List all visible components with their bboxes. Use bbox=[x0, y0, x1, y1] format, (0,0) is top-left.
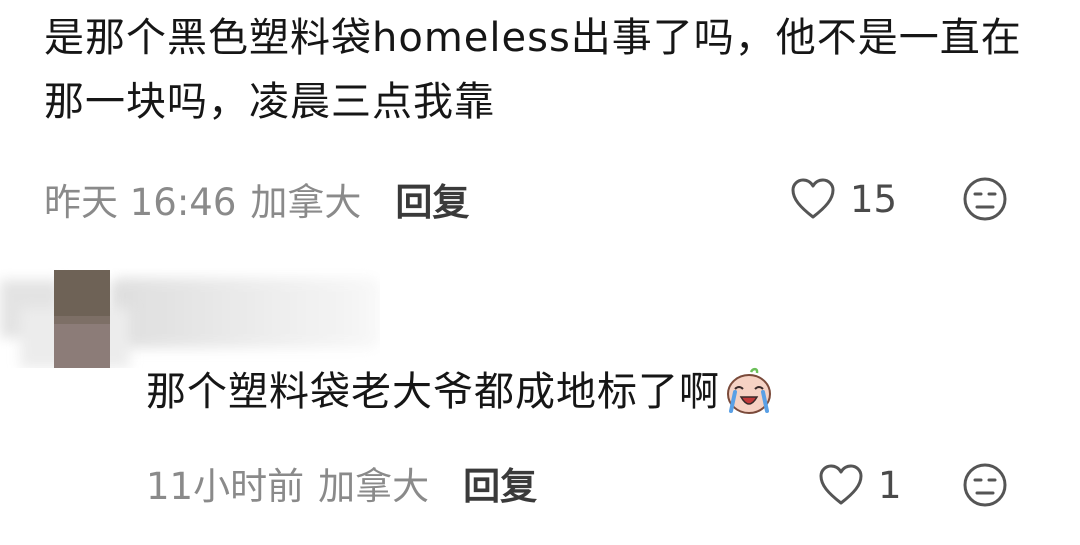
reply-meta: 11小时前 加拿大 回复 bbox=[146, 458, 537, 508]
neutral-face-icon[interactable] bbox=[962, 176, 1008, 222]
neutral-face-icon[interactable] bbox=[962, 462, 1008, 508]
avatar[interactable] bbox=[54, 270, 110, 368]
reply-button[interactable]: 回复 bbox=[395, 172, 469, 226]
reply-text-row: 那个塑料袋老大爷都成地标了啊 bbox=[146, 360, 774, 424]
comment-item: 是那个黑色塑料袋homeless出事了吗，他不是一直在那一块吗，凌晨三点我靠 昨… bbox=[0, 0, 1080, 240]
reply-location: 加拿大 bbox=[318, 465, 430, 508]
comment-location: 加拿大 bbox=[250, 181, 362, 224]
like-count: 1 bbox=[878, 463, 902, 507]
reply-time: 11小时前 bbox=[146, 465, 305, 508]
comment-time: 昨天 16:46 bbox=[44, 181, 237, 224]
like-button[interactable]: 1 bbox=[818, 460, 902, 510]
comment-meta: 昨天 16:46 加拿大 回复 bbox=[44, 174, 469, 224]
reply-button[interactable]: 回复 bbox=[463, 456, 537, 510]
reply-comment-text: 那个塑料袋老大爷都成地标了啊 bbox=[146, 369, 720, 415]
like-count: 15 bbox=[850, 177, 898, 221]
crying-laughing-sticker-icon bbox=[727, 367, 771, 414]
comment-text: 是那个黑色塑料袋homeless出事了吗，他不是一直在那一块吗，凌晨三点我靠 bbox=[44, 15, 1022, 125]
like-button[interactable]: 15 bbox=[790, 174, 897, 224]
heart-outline-icon bbox=[819, 464, 863, 505]
heart-outline-icon bbox=[791, 178, 835, 219]
